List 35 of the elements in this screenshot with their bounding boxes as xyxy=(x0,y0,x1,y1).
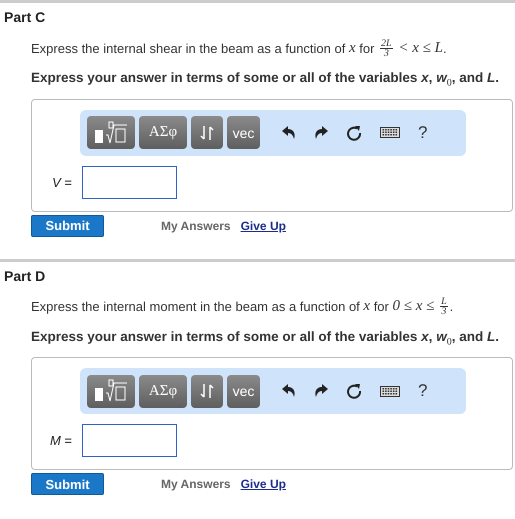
square-root-icon xyxy=(93,120,129,146)
vector-button[interactable]: vec xyxy=(227,374,260,408)
keyboard-icon[interactable] xyxy=(380,386,400,397)
up-down-arrows-icon xyxy=(200,383,214,400)
give-up-link[interactable]: Give Up xyxy=(240,218,286,233)
up-down-arrows-icon xyxy=(200,124,214,141)
keyboard-icon[interactable] xyxy=(380,127,400,138)
undo-icon[interactable] xyxy=(282,384,296,398)
submit-button[interactable]: Submit xyxy=(31,473,104,496)
subscript-button[interactable] xyxy=(191,374,223,408)
instruction-text: Express your answer in terms of some or all of the variables x, w$_{0}$, and L. xyxy=(31,328,500,348)
help-button[interactable]: ? xyxy=(418,381,428,402)
symbols-button[interactable]: ΑΣφ xyxy=(139,116,187,150)
template-button[interactable] xyxy=(87,374,135,408)
reset-icon[interactable] xyxy=(346,383,362,400)
redo-icon[interactable] xyxy=(314,126,328,140)
part-title: Part C xyxy=(4,9,46,25)
symbols-button[interactable]: ΑΣφ xyxy=(139,374,187,408)
vector-button[interactable]: vec xyxy=(227,116,260,150)
my-answers-link[interactable]: My Answers xyxy=(161,218,231,233)
my-answers-link[interactable]: My Answers xyxy=(161,477,231,492)
answer-field[interactable] xyxy=(82,424,177,458)
answer-label: M = xyxy=(48,433,73,448)
answer-label: V = xyxy=(51,174,73,190)
part-title: Part D xyxy=(4,268,46,284)
submit-button[interactable]: Submit xyxy=(31,214,104,237)
redo-icon[interactable] xyxy=(314,384,328,398)
instruction-text: Express your answer in terms of some or all of the variables x, w$_{0}$, and L. xyxy=(31,70,500,89)
template-button[interactable] xyxy=(87,116,135,150)
help-button[interactable]: ? xyxy=(418,122,428,143)
subscript-button[interactable] xyxy=(191,116,223,150)
give-up-link[interactable]: Give Up xyxy=(240,477,286,492)
reset-icon[interactable] xyxy=(346,124,362,141)
answer-field[interactable] xyxy=(82,166,177,199)
undo-icon[interactable] xyxy=(282,126,296,140)
